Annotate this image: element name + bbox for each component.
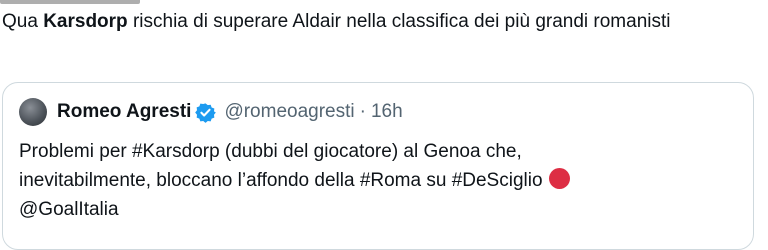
- quoted-tweet-line: Problemi per #Karsdorp (dubbi del giocat…: [19, 141, 522, 162]
- tweet-text-start: Qua: [2, 11, 44, 32]
- tweet-text-rest: rischia di superare Aldair nella classif…: [127, 11, 671, 32]
- display-name[interactable]: Romeo Agresti: [57, 101, 191, 123]
- quoted-tweet-line: @GoalItalia: [19, 199, 119, 220]
- timestamp[interactable]: 16h: [371, 101, 403, 123]
- quoted-tweet-line: inevitabilmente, bloccano l’affondo dell…: [19, 166, 739, 195]
- verified-badge-icon: [195, 102, 217, 123]
- quoted-tweet-card[interactable]: Romeo Agresti @romeoagresti · 16h Proble…: [2, 82, 754, 250]
- previous-content-edge: [0, 0, 140, 4]
- quoted-tweet-text: Problemi per #Karsdorp (dubbi del giocat…: [19, 137, 739, 224]
- tweet-text-bold: Karsdorp: [43, 11, 128, 32]
- separator-dot: ·: [359, 101, 366, 122]
- handle[interactable]: @romeoagresti: [224, 101, 354, 123]
- quoted-tweet-line-text: inevitabilmente, bloccano l’affondo dell…: [19, 170, 543, 191]
- red-circle-emoji-icon: [548, 168, 570, 189]
- avatar[interactable]: [19, 98, 47, 126]
- quoted-tweet-header: Romeo Agresti @romeoagresti · 16h: [19, 97, 403, 127]
- tweet-text: Qua Karsdorp rischia di superare Aldair …: [2, 8, 752, 36]
